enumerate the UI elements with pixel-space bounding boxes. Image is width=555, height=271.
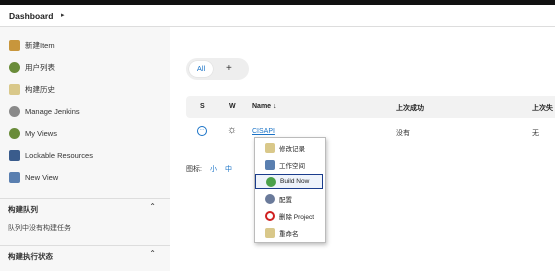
breadcrumb-dashboard[interactable]: Dashboard (9, 11, 53, 21)
build-queue-title: 构建队列 (8, 205, 38, 214)
last-failure-value: 无 (532, 130, 539, 137)
tab-all[interactable]: All (189, 61, 213, 77)
configure-gear-icon (265, 193, 275, 204)
table-row: ··· ☼ CISAPI 没有 无 (186, 120, 555, 144)
sidebar-item-label: Lockable Resources (25, 150, 93, 160)
sidebar-item-my-views[interactable]: My Views (9, 126, 57, 140)
view-tabs: All + (186, 58, 249, 80)
changes-icon (265, 142, 275, 153)
add-view-button[interactable]: + (226, 61, 232, 77)
job-context-menu: 修改记录 工作空间 Build Now 配置 删除 Project 重命名 (254, 137, 326, 243)
job-link-cisapi[interactable]: CISAPI (252, 128, 275, 135)
column-last-failure[interactable]: 上次失 (532, 103, 553, 113)
executor-status-header[interactable]: 构建执行状态 ⌃ (0, 245, 170, 264)
build-queue-header[interactable]: 构建队列 ⌃ (0, 198, 170, 217)
menu-item-configure[interactable]: 配置 (255, 191, 325, 206)
icon-size-small[interactable]: 小 (210, 164, 217, 174)
history-icon (9, 83, 20, 95)
chevron-up-icon[interactable]: ⌃ (149, 249, 156, 258)
sidebar: 新建Item 用户列表 构建历史 Manage Jenkins My Views… (0, 27, 170, 271)
delete-icon (265, 210, 275, 221)
sidebar-item-label: 新建Item (25, 40, 55, 50)
menu-item-label: 工作空间 (279, 162, 305, 170)
menu-item-label: Build Now (280, 178, 310, 185)
rename-icon (265, 227, 275, 238)
menu-item-label: 重命名 (279, 230, 299, 238)
workspace-folder-icon (265, 159, 275, 170)
menu-item-delete-project[interactable]: 删除 Project (255, 208, 325, 223)
sidebar-item-manage-jenkins[interactable]: Manage Jenkins (9, 104, 80, 118)
folder-icon (9, 171, 20, 183)
build-queue-empty-text: 队列中没有构建任务 (8, 225, 71, 232)
weather-sunny-icon: ☼ (227, 124, 238, 136)
user-views-icon (9, 127, 20, 139)
sidebar-item-label: My Views (25, 128, 57, 138)
executor-status-title: 构建执行状态 (8, 252, 53, 261)
lock-resources-icon (9, 149, 20, 161)
breadcrumb: Dashboard ▸ (0, 5, 555, 27)
jobs-table-header: S W Name ↓ 上次成功 上次失 (186, 96, 555, 118)
column-status[interactable]: S (200, 103, 205, 110)
menu-item-label: 修改记录 (279, 145, 305, 153)
icon-size-legend: 图标: 小 中 (186, 164, 232, 174)
sidebar-item-users[interactable]: 用户列表 (9, 60, 55, 74)
column-last-success[interactable]: 上次成功 (396, 103, 424, 113)
menu-item-label: 删除 Project (279, 213, 315, 221)
status-icon: ··· (197, 126, 207, 136)
icon-size-label: 图标: (186, 166, 202, 173)
menu-item-rename[interactable]: 重命名 (255, 225, 325, 240)
sidebar-item-label: Manage Jenkins (25, 106, 80, 116)
column-name[interactable]: Name ↓ (252, 103, 277, 110)
sidebar-item-new-view[interactable]: New View (9, 170, 58, 184)
sidebar-item-new-item[interactable]: 新建Item (9, 38, 55, 52)
menu-item-label: 配置 (279, 196, 292, 204)
column-weather[interactable]: W (229, 103, 236, 110)
users-icon (9, 61, 20, 73)
sidebar-item-label: New View (25, 172, 59, 182)
menu-item-build-now[interactable]: Build Now (255, 174, 323, 189)
sidebar-item-label: 用户列表 (25, 62, 55, 72)
icon-size-medium[interactable]: 中 (225, 164, 232, 174)
sidebar-item-label: 构建历史 (25, 84, 55, 94)
sidebar-item-build-history[interactable]: 构建历史 (9, 82, 55, 96)
build-now-icon (266, 176, 276, 187)
gear-icon (9, 105, 20, 117)
last-success-value: 没有 (396, 130, 410, 137)
chevron-up-icon[interactable]: ⌃ (149, 202, 156, 211)
sidebar-item-lockable-resources[interactable]: Lockable Resources (9, 148, 93, 162)
menu-item-changes[interactable]: 修改记录 (255, 140, 325, 155)
breadcrumb-chevron-icon[interactable]: ▸ (61, 11, 65, 19)
menu-item-workspace[interactable]: 工作空间 (255, 157, 325, 172)
new-item-icon (9, 39, 20, 51)
